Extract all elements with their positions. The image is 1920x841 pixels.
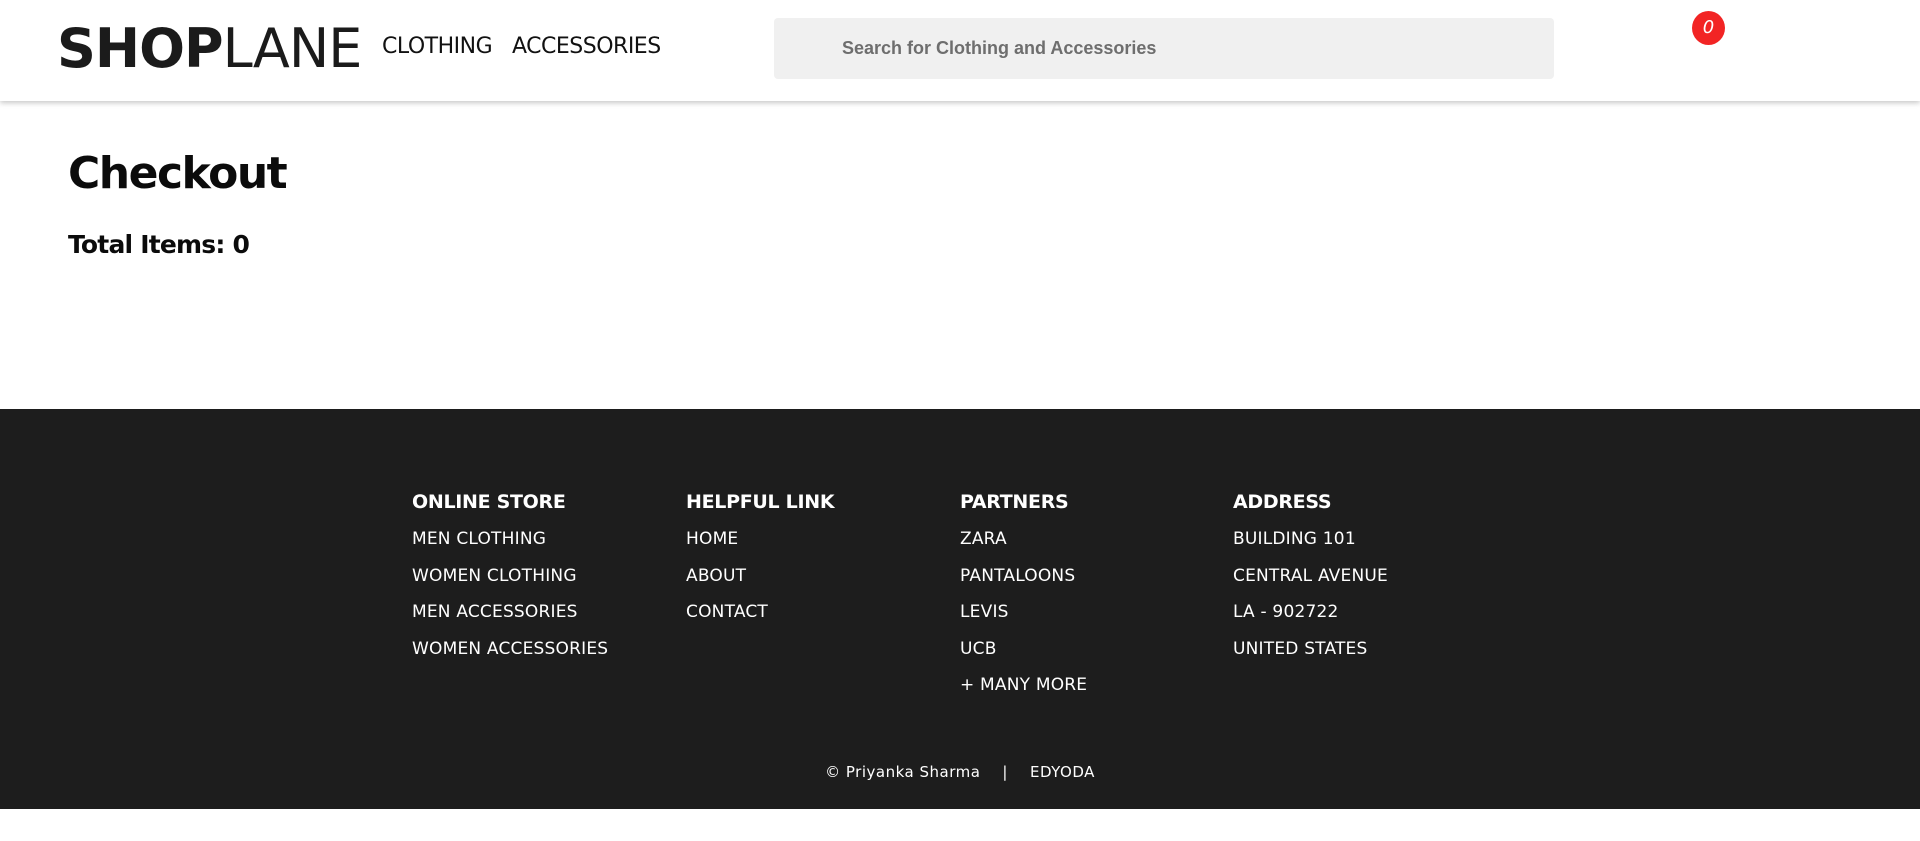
- cart-count-badge[interactable]: 0: [1692, 11, 1725, 45]
- footer-link-pantaloons[interactable]: PANTALOONS: [960, 566, 1075, 586]
- search-input[interactable]: [774, 18, 1554, 79]
- copyright-text: © Priyanka Sharma: [825, 763, 981, 781]
- footer-column-online-store: ONLINE STORE MEN CLOTHING WOMEN CLOTHING…: [412, 491, 682, 675]
- footer-column-helpful-link: HELPFUL LINK HOME ABOUT CONTACT: [686, 491, 956, 639]
- footer-address-list: BUILDING 101 CENTRAL AVENUE LA - 902722 …: [1233, 529, 1503, 675]
- footer-link-levis[interactable]: LEVIS: [960, 602, 1009, 622]
- address-line: CENTRAL AVENUE: [1233, 565, 1388, 586]
- footer-link-about[interactable]: ABOUT: [686, 566, 746, 586]
- logo-lane-text: LANE: [222, 17, 363, 80]
- footer-column-title: PARTNERS: [960, 491, 1069, 513]
- page-title: Checkout: [68, 148, 288, 199]
- footer-link-women-accessories[interactable]: WOMEN ACCESSORIES: [412, 639, 608, 659]
- logo-shop-text: SHOP: [57, 17, 224, 80]
- copyright-separator: |: [1002, 763, 1008, 781]
- footer-link-men-clothing[interactable]: MEN CLOTHING: [412, 529, 546, 549]
- footer-link-men-accessories[interactable]: MEN ACCESSORIES: [412, 602, 578, 622]
- footer-link-home[interactable]: HOME: [686, 529, 738, 549]
- site-logo[interactable]: SHOPLANE: [57, 17, 363, 80]
- nav-clothing-link[interactable]: CLOTHING: [382, 34, 493, 59]
- copyright-brand: EDYODA: [1029, 763, 1095, 781]
- footer-link-zara[interactable]: ZARA: [960, 529, 1007, 549]
- footer-link-list: MEN CLOTHING WOMEN CLOTHING MEN ACCESSOR…: [412, 529, 682, 675]
- footer-link-women-clothing[interactable]: WOMEN CLOTHING: [412, 566, 577, 586]
- footer-link-list: ZARA PANTALOONS LEVIS UCB + MANY MORE: [960, 529, 1230, 712]
- footer-column-partners: PARTNERS ZARA PANTALOONS LEVIS UCB + MAN…: [960, 491, 1230, 712]
- total-items: Total Items: 0: [68, 230, 250, 259]
- total-items-value: 0: [232, 230, 250, 259]
- total-items-label: Total Items:: [68, 230, 225, 259]
- footer-column-title: ONLINE STORE: [412, 491, 566, 513]
- site-header: SHOPLANE CLOTHING ACCESSORIES 0: [0, 0, 1920, 101]
- footer-column-address: ADDRESS BUILDING 101 CENTRAL AVENUE LA -…: [1233, 491, 1503, 675]
- nav-accessories-link[interactable]: ACCESSORIES: [512, 34, 661, 59]
- footer-link-list: HOME ABOUT CONTACT: [686, 529, 956, 639]
- footer-link-contact[interactable]: CONTACT: [686, 602, 768, 622]
- address-line: LA - 902722: [1233, 602, 1339, 623]
- address-line: BUILDING 101: [1233, 529, 1356, 549]
- copyright-bar: © Priyanka Sharma | EDYODA: [0, 763, 1920, 781]
- footer-link-ucb[interactable]: UCB: [960, 639, 997, 659]
- footer-link-many-more[interactable]: + MANY MORE: [960, 675, 1087, 695]
- address-line: UNITED STATES: [1233, 638, 1368, 659]
- site-footer: ONLINE STORE MEN CLOTHING WOMEN CLOTHING…: [0, 409, 1920, 809]
- footer-column-title: HELPFUL LINK: [686, 491, 835, 513]
- footer-column-title: ADDRESS: [1233, 491, 1332, 513]
